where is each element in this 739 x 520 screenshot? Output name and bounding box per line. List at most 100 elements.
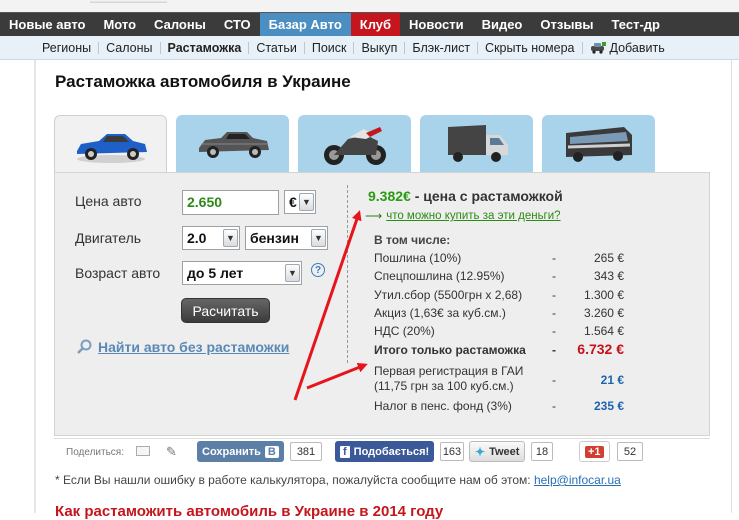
- find-cars-link[interactable]: Найти авто без растаможки: [77, 339, 289, 355]
- motorcycle-icon: [323, 126, 386, 165]
- tweet-count: 18: [531, 442, 553, 461]
- muscle-car-icon: [198, 131, 269, 158]
- breakdown-dash: -: [552, 288, 556, 302]
- price-input[interactable]: 2.650: [182, 190, 279, 215]
- subnav-item-articles[interactable]: Статьи: [248, 41, 304, 54]
- breakdown-name: НДС (20%): [374, 324, 435, 338]
- pension-value: 235 €: [593, 399, 624, 413]
- nav-item-sto[interactable]: СТО: [215, 13, 260, 36]
- breakdown-value: 265 €: [593, 251, 624, 265]
- registration-sublabel: (11,75 грн за 100 куб.см.): [374, 379, 514, 393]
- breakdown-dash: -: [552, 251, 556, 265]
- breakdown-value: 1.300 €: [583, 288, 624, 302]
- facebook-icon: f: [340, 445, 350, 458]
- nav-item-moto[interactable]: Мото: [94, 13, 145, 36]
- tab-muscle-car[interactable]: [176, 115, 289, 172]
- paperclip-icon[interactable]: ✎: [166, 444, 177, 460]
- page-title: Растаможка автомобиля в Украине: [55, 72, 351, 91]
- sub-nav: Регионы Салоны Растаможка Статьи Поиск В…: [0, 36, 739, 60]
- breakdown-name: Спецпошлина (12.95%): [374, 269, 505, 283]
- search-icon: [77, 339, 92, 354]
- subnav-item-blacklist[interactable]: Блэк-лист: [404, 41, 477, 54]
- find-cars-label: Найти авто без растаможки: [98, 339, 290, 355]
- breakdown-name: Акциз (1,63€ за куб.см.): [374, 306, 506, 320]
- breakdown-value: 3.260 €: [583, 306, 624, 320]
- nav-item-video[interactable]: Видео: [473, 13, 532, 36]
- vk-icon: В: [264, 445, 279, 458]
- nav-item-new-cars[interactable]: Новые авто: [0, 13, 94, 36]
- chevron-down-icon: ▼: [223, 229, 238, 247]
- calculator-panel: Цена авто 2.650 € ▼ Двигатель 2.0 ▼ бенз…: [54, 172, 710, 436]
- chevron-down-icon: ▼: [311, 229, 326, 247]
- age-select[interactable]: до 5 лет ▼: [182, 261, 302, 285]
- registration-value: 21 €: [600, 373, 624, 387]
- mail-icon[interactable]: [136, 446, 150, 456]
- nav-item-salons[interactable]: Салоны: [145, 13, 215, 36]
- what-buy-line: ⟶ что можно купить за эти деньги?: [365, 209, 561, 223]
- nav-item-reviews[interactable]: Отзывы: [531, 13, 602, 36]
- vk-save-label: Сохранить: [202, 445, 261, 458]
- engine-label: Двигатель: [75, 230, 142, 246]
- breakdown-value: 343 €: [593, 269, 624, 283]
- nav-item-club[interactable]: Клуб: [350, 13, 401, 36]
- subnav-item-buyout[interactable]: Выкуп: [353, 41, 404, 54]
- top-strip: ———————: [0, 0, 739, 12]
- vk-count: 381: [290, 442, 322, 461]
- right-border: [731, 60, 732, 513]
- customs-total-value: 6.732 €: [577, 341, 624, 357]
- breakdown-dash: -: [552, 324, 556, 338]
- fb-like-button[interactable]: f Подобається!: [335, 441, 435, 462]
- vk-save-button[interactable]: Сохранить В: [197, 441, 284, 462]
- nav-item-bazar[interactable]: Базар Авто: [259, 13, 351, 36]
- subnav-item-salons[interactable]: Салоны: [98, 41, 159, 54]
- top-strip-text: ———————: [90, 0, 167, 8]
- fb-count: 163: [440, 442, 464, 461]
- left-border: [34, 60, 36, 513]
- engine-volume-value: 2.0: [187, 230, 207, 246]
- total-price-line: 9.382€ - цена с растаможкой: [368, 188, 563, 204]
- bus-icon: [565, 126, 632, 162]
- total-price-value: 9.382€: [368, 188, 411, 204]
- chevron-down-icon: ▼: [299, 193, 314, 211]
- chevron-down-icon: ▼: [285, 264, 300, 282]
- tab-motorcycle[interactable]: [298, 115, 411, 172]
- subnav-item-search[interactable]: Поиск: [303, 41, 354, 54]
- top-nav: Новые авто Мото Салоны СТО Базар Авто Кл…: [0, 12, 739, 36]
- breakdown-dash: -: [552, 306, 556, 320]
- google-plus-icon: +1: [585, 445, 604, 458]
- footnote: * Если Вы нашли ошибку в работе калькуля…: [55, 473, 621, 487]
- panel-divider: [347, 185, 348, 363]
- share-bar: Поделиться: ✎ Сохранить В 381 f Подобаєт…: [54, 438, 710, 464]
- feedback-email-link[interactable]: help@infocar.ua: [534, 473, 621, 487]
- tweet-button[interactable]: ✦ Tweet: [469, 441, 526, 462]
- breakdown-value: 1.564 €: [583, 324, 624, 338]
- tab-bus[interactable]: [542, 115, 655, 172]
- engine-volume-select[interactable]: 2.0 ▼: [182, 226, 240, 250]
- subnav-add-label: Добавить: [609, 40, 665, 55]
- nav-item-test-drive[interactable]: Тест-др: [603, 13, 669, 36]
- nav-item-news[interactable]: Новости: [400, 13, 473, 36]
- truck-icon: [447, 124, 508, 162]
- subnav-item-hide-plates[interactable]: Скрыть номера: [477, 41, 581, 54]
- calculate-button[interactable]: Расчитать: [181, 298, 270, 323]
- tab-sports-car[interactable]: [54, 115, 167, 173]
- registration-label: Первая регистрация в ГАИ: [374, 364, 524, 378]
- twitter-icon: ✦: [475, 444, 486, 459]
- fuel-type-select[interactable]: бензин ▼: [245, 226, 328, 250]
- currency-select[interactable]: € ▼: [284, 190, 316, 214]
- subnav-item-customs[interactable]: Растаможка: [159, 41, 249, 54]
- tab-truck[interactable]: [420, 115, 533, 172]
- car-add-icon: [590, 41, 606, 54]
- price-label: Цена авто: [75, 193, 142, 209]
- age-value: до 5 лет: [187, 265, 244, 281]
- breakdown-name: Утил.сбор (5500грн х 2,68): [374, 288, 523, 302]
- subnav-item-add[interactable]: Добавить: [581, 40, 672, 55]
- subnav-item-regions[interactable]: Регионы: [36, 41, 98, 54]
- pension-label: Налог в пенс. фонд (3%): [374, 399, 512, 413]
- fuel-type-value: бензин: [250, 230, 299, 246]
- arrow-right-icon: ⟶: [365, 209, 383, 223]
- tweet-label: Tweet: [489, 445, 520, 458]
- google-plus-button[interactable]: +1: [579, 441, 610, 462]
- what-buy-link[interactable]: что можно купить за эти деньги?: [386, 210, 560, 222]
- help-icon[interactable]: ?: [311, 263, 325, 277]
